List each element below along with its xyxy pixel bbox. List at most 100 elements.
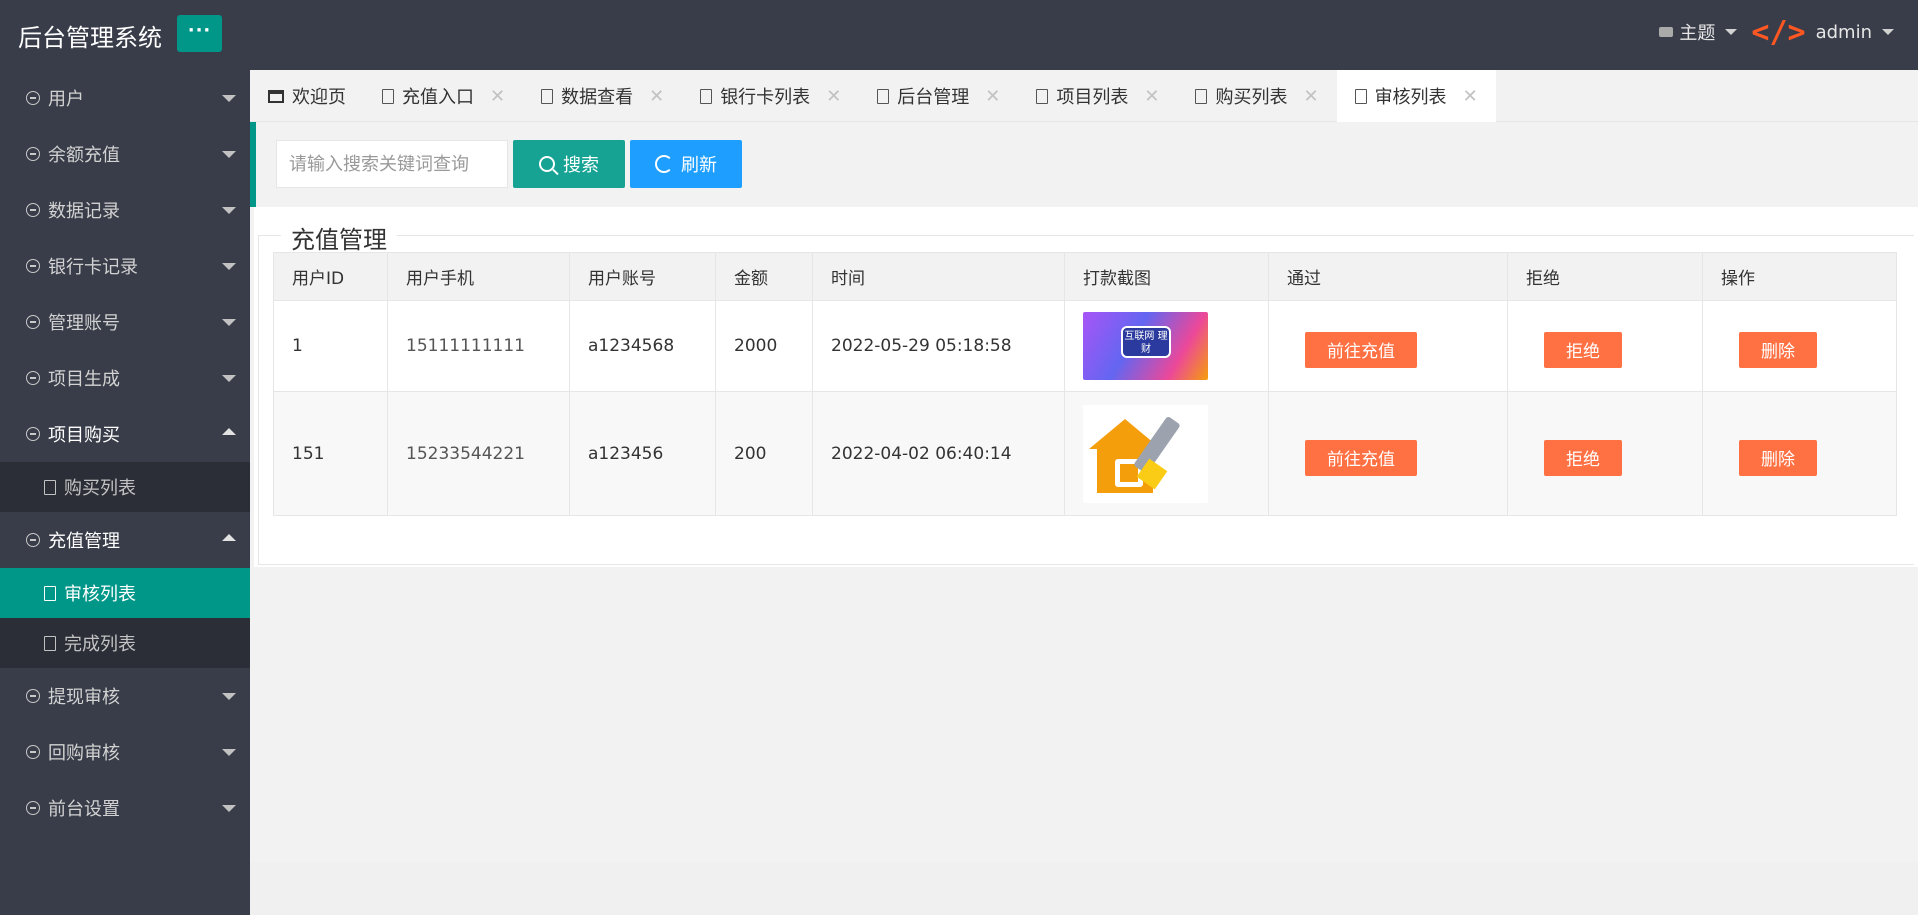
file-icon [44, 585, 56, 601]
tab-label: 数据查看 [561, 87, 634, 108]
tab-label: 购买列表 [1215, 87, 1288, 108]
file-icon [700, 88, 713, 104]
panel-title: 充值管理 [281, 220, 397, 255]
delete-button[interactable]: 删除 [1739, 332, 1817, 368]
cell-reject: 拒绝 [1507, 300, 1703, 392]
circle-icon [26, 427, 40, 441]
sidebar-item-label: 提现审核 [48, 687, 120, 708]
sidebar-item-project-purchase[interactable]: 项目购买 [0, 406, 250, 462]
theme-dropdown[interactable]: 主题 [1659, 19, 1738, 45]
column-header: 用户ID [273, 252, 388, 301]
recharge-panel: 充值管理 用户ID 用户手机 用户账号 金额 时间 打款截图 通过 拒绝 操作 … [254, 207, 1918, 567]
submenu-recharge-management: 审核列表 完成列表 [0, 568, 250, 668]
tab-label: 欢迎页 [292, 87, 346, 108]
sidebar-item-project-generate[interactable]: 项目生成 [0, 350, 250, 406]
search-button-label: 搜索 [563, 155, 599, 176]
tab-data-view[interactable]: 数据查看 ✕ [523, 70, 682, 122]
column-header: 用户账号 [569, 252, 716, 301]
menu-toggle-button[interactable]: ··· [177, 15, 222, 52]
tab-label: 充值入口 [402, 87, 474, 108]
sidebar-subitem-completed-list[interactable]: 完成列表 [0, 618, 250, 668]
sidebar-item-users[interactable]: 用户 [0, 70, 250, 126]
file-icon [382, 88, 394, 104]
close-icon[interactable]: ✕ [1303, 86, 1318, 107]
approve-recharge-button[interactable]: 前往充值 [1305, 439, 1417, 476]
top-header: 后台管理系统 ··· 主题 </> admin [0, 0, 1918, 70]
main-content: 搜索 刷新 充值管理 用户ID 用户手机 用户账号 金额 时间 打款截图 通过 … [250, 122, 1918, 915]
cell-user-id: 1 [273, 300, 388, 392]
refresh-button[interactable]: 刷新 [630, 140, 742, 188]
column-header: 时间 [812, 252, 1065, 301]
sidebar-subitem-label: 完成列表 [64, 634, 136, 655]
sidebar-item-buyback-review[interactable]: 回购审核 [0, 724, 250, 780]
circle-icon [26, 689, 40, 703]
search-button[interactable]: 搜索 [513, 140, 625, 188]
close-icon[interactable]: ✕ [490, 86, 505, 107]
tab-label: 审核列表 [1374, 87, 1447, 108]
sidebar-subitem-purchase-list[interactable]: 购买列表 [0, 462, 250, 512]
sidebar-item-balance-recharge[interactable]: 余额充值 [0, 126, 250, 182]
close-icon[interactable]: ✕ [985, 86, 1000, 107]
approve-recharge-button[interactable]: 前往充值 [1305, 332, 1417, 368]
tab-purchase-list[interactable]: 购买列表 ✕ [1177, 70, 1336, 122]
circle-icon [26, 745, 40, 759]
tab-label: 项目列表 [1056, 87, 1129, 108]
table-header-row: 用户ID 用户手机 用户账号 金额 时间 打款截图 通过 拒绝 操作 [273, 252, 1897, 301]
close-icon[interactable]: ✕ [1463, 86, 1478, 107]
search-input[interactable] [276, 140, 508, 188]
circle-icon [26, 371, 40, 385]
screenshot-badge: 互联网 理财 [1121, 326, 1171, 358]
column-header: 通过 [1268, 252, 1508, 301]
table-row: 151 15233544221 a123456 200 2022-04-02 0… [273, 391, 1897, 516]
circle-icon [26, 315, 40, 329]
reject-button[interactable]: 拒绝 [1544, 332, 1622, 368]
sidebar-item-frontend-settings[interactable]: 前台设置 [0, 780, 250, 836]
tab-backend-admin[interactable]: 后台管理 ✕ [859, 70, 1018, 122]
theme-label: 主题 [1679, 23, 1716, 44]
cell-amount: 2000 [715, 300, 813, 392]
sidebar-item-data-records[interactable]: 数据记录 [0, 182, 250, 238]
payment-screenshot-image[interactable] [1083, 404, 1208, 503]
tab-label: 后台管理 [897, 87, 970, 108]
close-icon[interactable]: ✕ [826, 86, 841, 107]
sidebar-item-admin-accounts[interactable]: 管理账号 [0, 294, 250, 350]
column-header: 拒绝 [1507, 252, 1703, 301]
tab-project-list[interactable]: 项目列表 ✕ [1018, 70, 1177, 122]
file-icon [1036, 88, 1049, 104]
sidebar-item-bank-records[interactable]: 银行卡记录 [0, 238, 250, 294]
table-row: 1 15111111111 a1234568 2000 2022-05-29 0… [273, 300, 1897, 392]
tab-bank-card-list[interactable]: 银行卡列表 ✕ [682, 70, 859, 122]
cell-time: 2022-04-02 06:40:14 [812, 391, 1065, 516]
user-label: admin [1815, 21, 1872, 43]
sidebar-item-recharge-management[interactable]: 充值管理 [0, 512, 250, 568]
delete-button[interactable]: 删除 [1739, 439, 1817, 476]
tab-recharge-entry[interactable]: 充值入口 ✕ [364, 70, 523, 122]
sidebar-subitem-review-list[interactable]: 审核列表 [0, 568, 250, 618]
tab-label: 银行卡列表 [720, 87, 811, 108]
tab-review-list[interactable]: 审核列表 ✕ [1336, 70, 1496, 122]
payment-screenshot-image[interactable]: 互联网 理财 [1083, 312, 1208, 380]
code-icon: </> [1751, 14, 1806, 50]
cell-screenshot [1064, 391, 1269, 516]
cell-user-id: 151 [273, 391, 388, 516]
circle-icon [26, 147, 40, 161]
cell-approve: 前往充值 [1268, 391, 1508, 516]
sidebar-item-label: 回购审核 [48, 743, 120, 764]
accent-bar [250, 122, 256, 207]
cell-phone: 15233544221 [387, 391, 570, 516]
file-icon [877, 88, 890, 104]
chevron-down-icon [222, 207, 236, 214]
close-icon[interactable]: ✕ [649, 86, 664, 107]
tab-welcome[interactable]: 欢迎页 [250, 70, 364, 122]
sidebar-item-label: 充值管理 [48, 531, 120, 552]
user-dropdown[interactable]: admin [1816, 22, 1894, 43]
header-right: 主题 </> admin [1659, 0, 1894, 64]
cell-approve: 前往充值 [1268, 300, 1508, 392]
sidebar-item-withdraw-review[interactable]: 提现审核 [0, 668, 250, 724]
tab-bar: 欢迎页 充值入口 ✕ 数据查看 ✕ 银行卡列表 ✕ 后台管理 ✕ 项目列表 ✕ … [250, 70, 1918, 122]
reject-button[interactable]: 拒绝 [1544, 439, 1622, 476]
cell-actions: 删除 [1702, 391, 1897, 516]
refresh-icon [655, 155, 673, 173]
close-icon[interactable]: ✕ [1144, 86, 1159, 107]
theme-icon [1659, 27, 1674, 37]
